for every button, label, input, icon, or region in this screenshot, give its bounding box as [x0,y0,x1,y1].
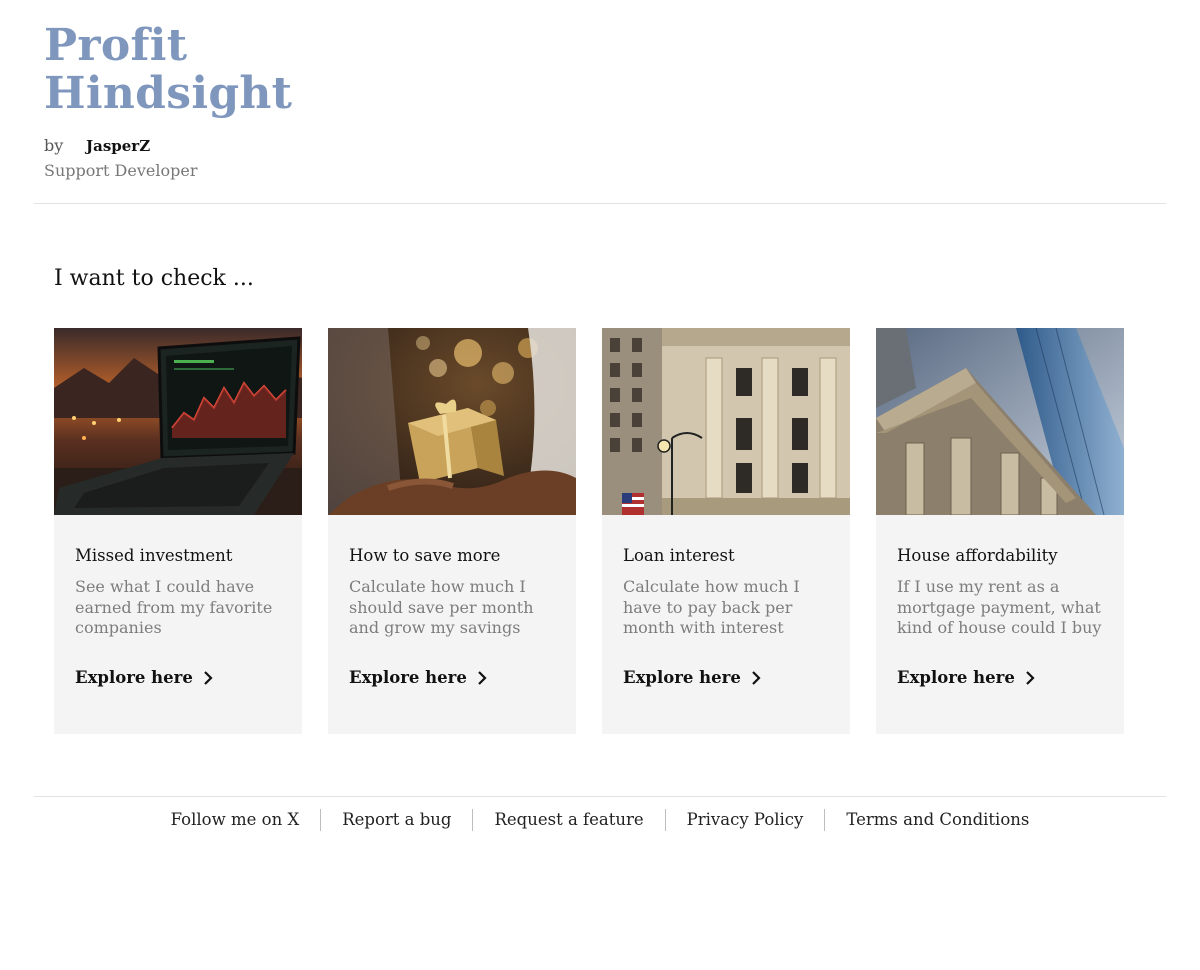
bank-building-image [602,328,850,515]
card-house-affordability[interactable]: House affordability If I use my rent as … [876,328,1124,734]
site-title-line2[interactable]: Hindsight [44,70,292,118]
laptop-stock-chart-image [54,328,302,515]
card-title: Loan interest [623,546,735,565]
card-title: Missed investment [75,546,233,565]
card-missed-investment[interactable]: Missed investment See what I could have … [54,328,302,734]
explore-label: Explore here [897,668,1015,687]
site-title[interactable]: Profit Hindsight [44,22,292,118]
byline: by JasperZ [44,136,292,155]
card-title: House affordability [897,546,1058,565]
explore-link[interactable]: Explore here [623,668,761,687]
card-loan-interest[interactable]: Loan interest Calculate how much I have … [602,328,850,734]
chevron-right-icon [203,670,213,685]
card-description: See what I could have earned from my fav… [75,577,273,637]
site-title-line1[interactable]: Profit [44,22,292,70]
gift-box-image [328,328,576,515]
explore-label: Explore here [623,668,741,687]
card-title: How to save more [349,546,501,565]
footer-link-follow-x[interactable]: Follow me on X [150,806,321,834]
explore-label: Explore here [75,668,193,687]
section-heading: I want to check ... [54,266,254,291]
footer-link-terms[interactable]: Terms and Conditions [825,806,1050,834]
author-name[interactable]: JasperZ [86,137,150,155]
explore-link[interactable]: Explore here [897,668,1035,687]
explore-link[interactable]: Explore here [75,668,213,687]
footer-link-request-feature[interactable]: Request a feature [473,806,664,834]
card-description: If I use my rent as a mortgage payment, … [897,577,1102,637]
card-grid: Missed investment See what I could have … [54,328,1124,734]
chevron-right-icon [1025,670,1035,685]
header-divider [34,203,1166,204]
explore-link[interactable]: Explore here [349,668,487,687]
footer-divider [34,796,1166,797]
footer-nav: Follow me on X Report a bug Request a fe… [0,806,1200,834]
site-header: Profit Hindsight by JasperZ Support Deve… [44,22,292,181]
footer-link-privacy-policy[interactable]: Privacy Policy [666,806,825,834]
card-description: Calculate how much I have to pay back pe… [623,577,800,637]
skyscraper-columns-image [876,328,1124,515]
footer-link-report-bug[interactable]: Report a bug [321,806,472,834]
chevron-right-icon [751,670,761,685]
card-description: Calculate how much I should save per mon… [349,577,534,637]
support-developer-link[interactable]: Support Developer [44,161,292,180]
chevron-right-icon [477,670,487,685]
by-label: by [44,136,64,155]
card-save-more[interactable]: How to save more Calculate how much I sh… [328,328,576,734]
explore-label: Explore here [349,668,467,687]
